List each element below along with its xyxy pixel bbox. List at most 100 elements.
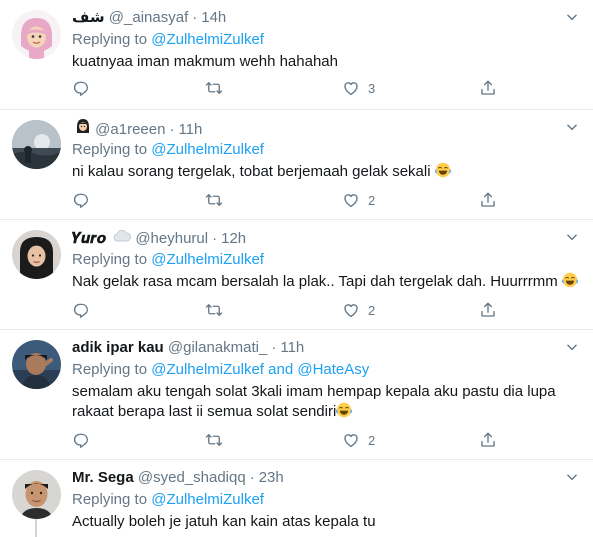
mention-link[interactable]: @ZulhelmiZulkef [151, 491, 264, 508]
replying-to: Replying to @ZulhelmiZulkef and @HateAsy [72, 360, 579, 380]
chevron-down-icon[interactable] [565, 340, 579, 354]
tweet-text-content: Nak gelak rasa mcam bersalah la plak.. T… [72, 273, 558, 290]
like-button[interactable]: 2 [342, 300, 375, 320]
retweet-icon [205, 79, 223, 97]
replying-to-label: Replying to [72, 141, 148, 158]
mention-link[interactable]: @HateAsy [297, 361, 369, 378]
username-handle[interactable]: @gilanakmati_ [168, 339, 267, 356]
chevron-down-icon[interactable] [565, 10, 579, 24]
tweet-text: Actually boleh je jatuh kan kain atas ke… [72, 512, 579, 532]
like-icon [342, 79, 360, 97]
like-count: 2 [368, 302, 376, 318]
timestamp[interactable]: 14h [201, 9, 226, 26]
replying-to: Replying to @ZulhelmiZulkef [72, 250, 579, 270]
replying-to-label: Replying to [72, 251, 148, 268]
reply-icon [72, 79, 90, 97]
timestamp[interactable]: 23h [259, 469, 284, 486]
share-button[interactable] [479, 430, 497, 450]
separator-dot: · [169, 121, 175, 138]
avatar[interactable] [12, 10, 61, 59]
like-count: 2 [368, 432, 376, 448]
timestamp[interactable]: 11h [178, 121, 202, 138]
share-button[interactable] [479, 78, 497, 98]
share-icon [479, 79, 497, 97]
avatar[interactable] [12, 340, 61, 389]
replying-to-label: Replying to [72, 361, 148, 378]
reply-tweet[interactable]: 𝒀𝒖𝒓𝒐 @heyhurul · 12h Replying to @Zulhelmi… [0, 220, 593, 330]
avatar[interactable] [12, 230, 61, 279]
display-name[interactable]: 𝒀𝒖𝒓𝒐 [72, 230, 106, 247]
replying-to-label: Replying to [72, 31, 148, 48]
avatar[interactable] [12, 120, 61, 169]
mention-link[interactable]: @ZulhelmiZulkef [151, 251, 264, 268]
replies-feed: شف @_ainasyaf · 14h Replying to @ZulhelmiZ… [0, 0, 593, 537]
share-button[interactable] [479, 300, 497, 320]
avatar[interactable] [12, 470, 61, 519]
username-handle[interactable]: @a1reeen [95, 121, 165, 138]
tweet-text-content: ni kalau sorang tergelak, tobat berjemaa… [72, 163, 431, 180]
chevron-down-icon[interactable] [565, 470, 579, 484]
reply-button[interactable] [72, 300, 90, 320]
separator-dot: · [271, 339, 277, 356]
reply-button[interactable] [72, 190, 90, 210]
share-icon [479, 191, 497, 209]
tears-of-joy-emoji-icon [562, 272, 578, 288]
replying-to: Replying to @ZulhelmiZulkef [72, 30, 579, 50]
reply-icon [72, 301, 90, 319]
separator-dot: · [192, 9, 198, 26]
tweet-text-line-2: rakaat berapa last ii semua solat sendir… [72, 402, 579, 422]
tears-of-joy-emoji-icon [336, 402, 352, 418]
tweet-text-content: kuatnyaa iman makmum wehh hahahah [72, 53, 338, 70]
tweet-text-content: Actually boleh je jatuh kan kain atas ke… [72, 513, 376, 530]
tweet-text: kuatnyaa iman makmum wehh hahahah [72, 52, 579, 72]
timestamp[interactable]: 11h [280, 339, 304, 356]
like-button[interactable]: 3 [342, 78, 375, 98]
display-name[interactable]: adik ipar kau [72, 339, 164, 356]
mention-link[interactable]: @ZulhelmiZulkef [151, 31, 264, 48]
thread-connector-line [35, 519, 37, 537]
woman-emoji-icon [75, 118, 91, 139]
reply-button[interactable] [72, 78, 90, 98]
tweet-actions: 2 [72, 190, 502, 210]
username-handle[interactable]: @_ainasyaf [109, 9, 188, 26]
like-icon [342, 431, 360, 449]
retweet-button[interactable] [205, 78, 223, 98]
username-handle[interactable]: @heyhurul [135, 230, 208, 247]
like-icon [342, 191, 360, 209]
chevron-down-icon[interactable] [565, 230, 579, 244]
tweet-actions: 2 [72, 300, 502, 320]
separator-dot: · [212, 230, 218, 247]
share-icon [479, 301, 497, 319]
reply-icon [72, 191, 90, 209]
tweet-actions: 3 [72, 78, 502, 98]
like-button[interactable]: 2 [342, 430, 375, 450]
reply-tweet[interactable]: شف @_ainasyaf · 14h Replying to @ZulhelmiZ… [0, 0, 593, 110]
timestamp[interactable]: 12h [221, 230, 246, 247]
mention-link[interactable]: @ZulhelmiZulkef [151, 141, 264, 158]
tweet-text-line: rakaat berapa last ii semua solat sendir… [72, 403, 337, 420]
cloud-icon [113, 228, 132, 248]
username-handle[interactable]: @syed_shadiqq [138, 469, 246, 486]
like-button[interactable]: 2 [342, 190, 375, 210]
retweet-button[interactable] [205, 300, 223, 320]
reply-button[interactable] [72, 430, 90, 450]
tears-of-joy-emoji-icon [435, 162, 451, 178]
tweet-actions: 2 [72, 430, 502, 450]
display-name[interactable]: Mr. Sega [72, 469, 134, 486]
retweet-button[interactable] [205, 430, 223, 450]
reply-tweet[interactable]: @a1reeen · 11h Replying to @ZulhelmiZulkef… [0, 110, 593, 220]
retweet-icon [205, 301, 223, 319]
replying-to-label: Replying to [72, 491, 148, 508]
chevron-down-icon[interactable] [565, 120, 579, 134]
reply-icon [72, 431, 90, 449]
mention-link[interactable]: @ZulhelmiZulkef [151, 361, 264, 378]
reply-tweet[interactable]: Mr. Sega @syed_shadiqq · 23h Replying to @… [0, 460, 593, 537]
like-count: 3 [368, 80, 376, 96]
retweet-button[interactable] [205, 190, 223, 210]
share-button[interactable] [479, 190, 497, 210]
replying-to: Replying to @ZulhelmiZulkef [72, 140, 579, 160]
separator-dot: · [249, 469, 255, 486]
reply-tweet[interactable]: adik ipar kau @gilanakmati_ · 11h Replying… [0, 330, 593, 460]
like-count: 2 [368, 192, 376, 208]
display-name[interactable]: شف [72, 9, 105, 26]
